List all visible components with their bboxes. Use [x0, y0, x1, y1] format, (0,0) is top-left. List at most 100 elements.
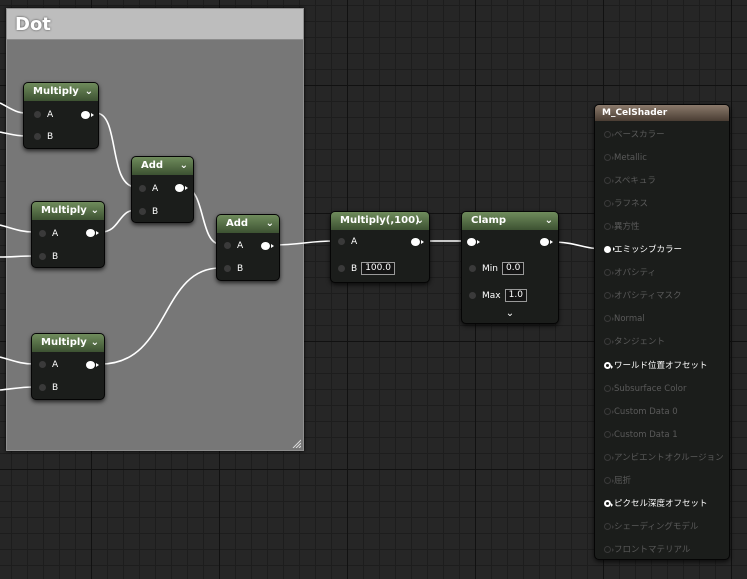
- output-pin[interactable]: [81, 111, 94, 119]
- input-pin-a[interactable]: A: [39, 228, 58, 240]
- input-pin-a[interactable]: A: [338, 236, 357, 248]
- result-pin-row[interactable]: Subsurface Color: [604, 383, 687, 395]
- pin-icon[interactable]: [604, 200, 614, 208]
- result-pin-row[interactable]: フロントマテリアル: [604, 544, 690, 556]
- pin-icon[interactable]: [604, 338, 614, 346]
- pin-icon[interactable]: [604, 522, 614, 530]
- result-pin-row[interactable]: タンジェント: [604, 336, 665, 348]
- pin-icon[interactable]: [39, 253, 46, 260]
- input-pin-b[interactable]: B: [39, 382, 58, 394]
- pin-icon[interactable]: [224, 265, 231, 272]
- node-title[interactable]: Multiply ⌄: [24, 83, 98, 101]
- input-pin-b[interactable]: B 100.0: [338, 262, 395, 275]
- comment-title[interactable]: Dot: [7, 9, 303, 40]
- input-pin-b[interactable]: B: [34, 131, 53, 143]
- pin-icon[interactable]: [604, 292, 614, 300]
- pin-icon[interactable]: [604, 131, 614, 138]
- pin-icon[interactable]: [39, 384, 46, 391]
- node-title[interactable]: Add ⌄: [132, 157, 193, 175]
- result-pin-row[interactable]: エミッシブカラー: [604, 244, 682, 256]
- multiply-100-node[interactable]: Multiply(,100) ⌄ A B 100.0: [330, 211, 430, 283]
- input-pin-b[interactable]: B: [139, 206, 158, 218]
- output-pin[interactable]: [86, 229, 99, 237]
- node-title[interactable]: Multiply(,100) ⌄: [331, 212, 429, 230]
- pin-icon[interactable]: [338, 238, 345, 245]
- pin-icon[interactable]: [604, 269, 614, 277]
- pin-icon[interactable]: [604, 246, 615, 254]
- result-pin-row[interactable]: オパシティマスク: [604, 290, 682, 302]
- pin-icon[interactable]: [604, 223, 614, 231]
- result-pin-row[interactable]: オパシティ: [604, 267, 656, 279]
- pin-icon[interactable]: [469, 265, 476, 272]
- result-pin-row[interactable]: ベースカラー: [604, 129, 665, 141]
- output-pin[interactable]: [175, 184, 188, 192]
- pin-icon[interactable]: [604, 177, 614, 185]
- result-pin-row[interactable]: Custom Data 1: [604, 429, 678, 441]
- resize-grip-icon[interactable]: [291, 438, 301, 448]
- input-pin[interactable]: [467, 238, 480, 246]
- result-pin-row[interactable]: ピクセル深度オフセット: [604, 498, 708, 510]
- chevron-down-icon[interactable]: ⌄: [266, 215, 274, 232]
- multiply-node-3[interactable]: Multiply ⌄ A B: [31, 333, 105, 400]
- result-pin-row[interactable]: ワールド位置オフセット: [604, 360, 708, 372]
- max-pin[interactable]: Max 1.0: [469, 289, 527, 302]
- min-value-field[interactable]: 0.0: [501, 262, 525, 275]
- pin-icon[interactable]: [139, 185, 146, 192]
- chevron-down-icon[interactable]: ⌄: [416, 212, 424, 229]
- pin-icon[interactable]: [604, 499, 613, 507]
- output-pin[interactable]: [540, 238, 553, 246]
- input-pin-a[interactable]: A: [139, 183, 158, 195]
- input-pin-a[interactable]: A: [34, 109, 53, 121]
- node-title[interactable]: Add ⌄: [217, 215, 279, 233]
- result-pin-row[interactable]: 異方性: [604, 221, 640, 233]
- multiply-node-1[interactable]: Multiply ⌄ A B: [23, 82, 99, 149]
- pin-icon[interactable]: [34, 133, 41, 140]
- node-title[interactable]: Multiply ⌄: [32, 202, 104, 220]
- chevron-down-icon[interactable]: ⌄: [91, 202, 99, 219]
- output-pin[interactable]: [86, 361, 99, 369]
- input-pin-a[interactable]: A: [39, 359, 58, 371]
- multiply-node-2[interactable]: Multiply ⌄ A B: [31, 201, 105, 268]
- result-pin-row[interactable]: Metallic: [604, 152, 647, 164]
- pin-icon[interactable]: [39, 361, 46, 368]
- input-pin-b[interactable]: B: [224, 263, 243, 275]
- pin-icon[interactable]: [604, 407, 614, 415]
- pin-icon[interactable]: [604, 545, 614, 553]
- result-node-title[interactable]: M_CelShader: [595, 105, 729, 121]
- b-value-field[interactable]: 100.0: [361, 262, 395, 275]
- pin-icon[interactable]: [604, 430, 614, 438]
- result-pin-row[interactable]: スペキュラ: [604, 175, 656, 187]
- result-pin-row[interactable]: ラフネス: [604, 198, 648, 210]
- node-title[interactable]: Multiply ⌄: [32, 334, 104, 352]
- expand-chevron-icon[interactable]: ⌄: [462, 308, 558, 319]
- result-pin-row[interactable]: アンビエントオクルージョン: [604, 452, 724, 464]
- result-pin-row[interactable]: 屈折: [604, 475, 631, 487]
- result-pin-row[interactable]: シェーディングモデル: [604, 521, 698, 533]
- min-pin[interactable]: Min 0.0: [469, 262, 525, 275]
- output-pin[interactable]: [411, 238, 424, 246]
- chevron-down-icon[interactable]: ⌄: [91, 334, 99, 351]
- pin-icon[interactable]: [224, 242, 231, 249]
- pin-icon[interactable]: [604, 361, 613, 369]
- output-pin[interactable]: [261, 242, 274, 250]
- pin-icon[interactable]: [34, 111, 41, 118]
- result-pin-row[interactable]: Normal: [604, 313, 645, 325]
- pin-icon[interactable]: [604, 384, 614, 392]
- pin-icon[interactable]: [39, 230, 46, 237]
- pin-icon[interactable]: [604, 315, 614, 323]
- pin-icon[interactable]: [139, 208, 146, 215]
- chevron-down-icon[interactable]: ⌄: [85, 83, 93, 100]
- max-value-field[interactable]: 1.0: [504, 289, 527, 302]
- pin-icon[interactable]: [604, 154, 614, 162]
- input-pin-b[interactable]: B: [39, 251, 58, 263]
- pin-icon[interactable]: [469, 292, 476, 299]
- pin-icon[interactable]: [604, 453, 614, 461]
- pin-icon[interactable]: [338, 265, 345, 272]
- chevron-down-icon[interactable]: ⌄: [545, 212, 553, 229]
- add-node-1[interactable]: Add ⌄ A B: [131, 156, 194, 223]
- input-pin-a[interactable]: A: [224, 240, 243, 252]
- clamp-node[interactable]: Clamp ⌄ Min 0.0 Max 1.0 ⌄: [461, 211, 559, 324]
- add-node-2[interactable]: Add ⌄ A B: [216, 214, 280, 281]
- node-title[interactable]: Clamp ⌄: [462, 212, 558, 230]
- pin-icon[interactable]: [604, 476, 614, 484]
